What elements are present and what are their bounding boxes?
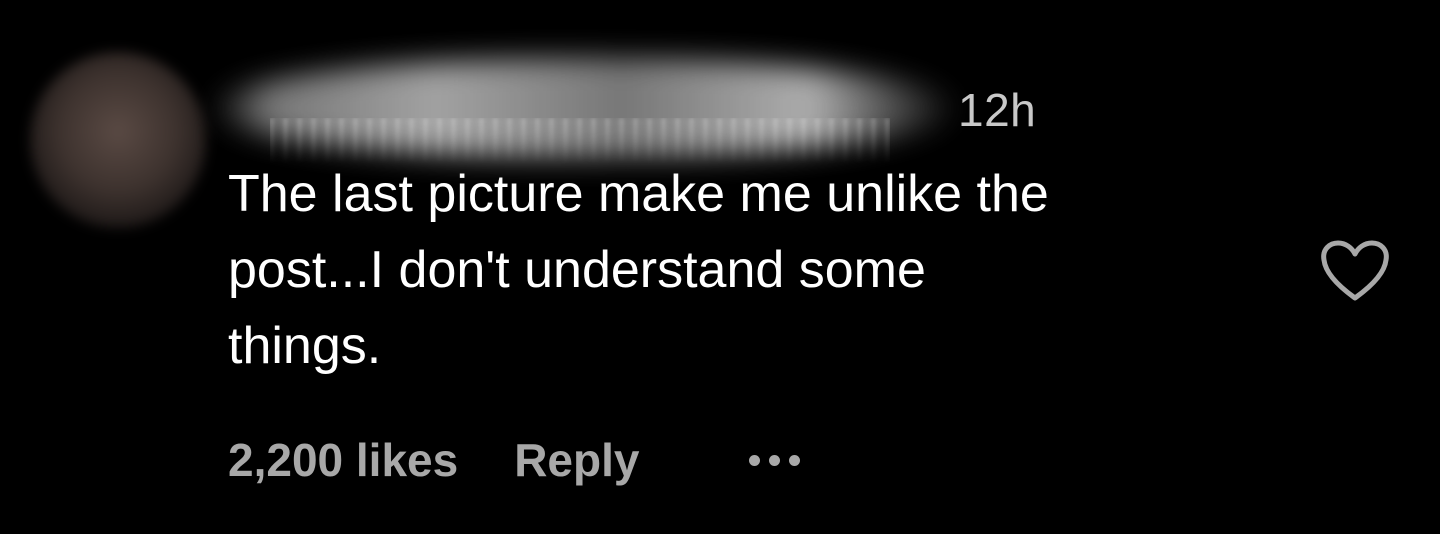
ellipsis-dot xyxy=(749,454,761,466)
comment-item: 12h The last picture make me unlike the … xyxy=(0,0,1440,534)
comment-timestamp: 12h xyxy=(958,84,1037,136)
avatar[interactable] xyxy=(30,52,206,228)
likes-count[interactable]: 2,200 likes xyxy=(228,433,458,487)
comment-actions: 2,200 likes Reply xyxy=(228,428,801,492)
ellipsis-dot xyxy=(769,454,781,466)
ellipsis-dot xyxy=(789,454,801,466)
heart-outline-icon[interactable] xyxy=(1318,238,1392,304)
reply-button[interactable]: Reply xyxy=(514,433,639,487)
comment-text: The last picture make me unlike the post… xyxy=(228,165,1049,375)
ellipsis-icon[interactable] xyxy=(749,440,801,480)
